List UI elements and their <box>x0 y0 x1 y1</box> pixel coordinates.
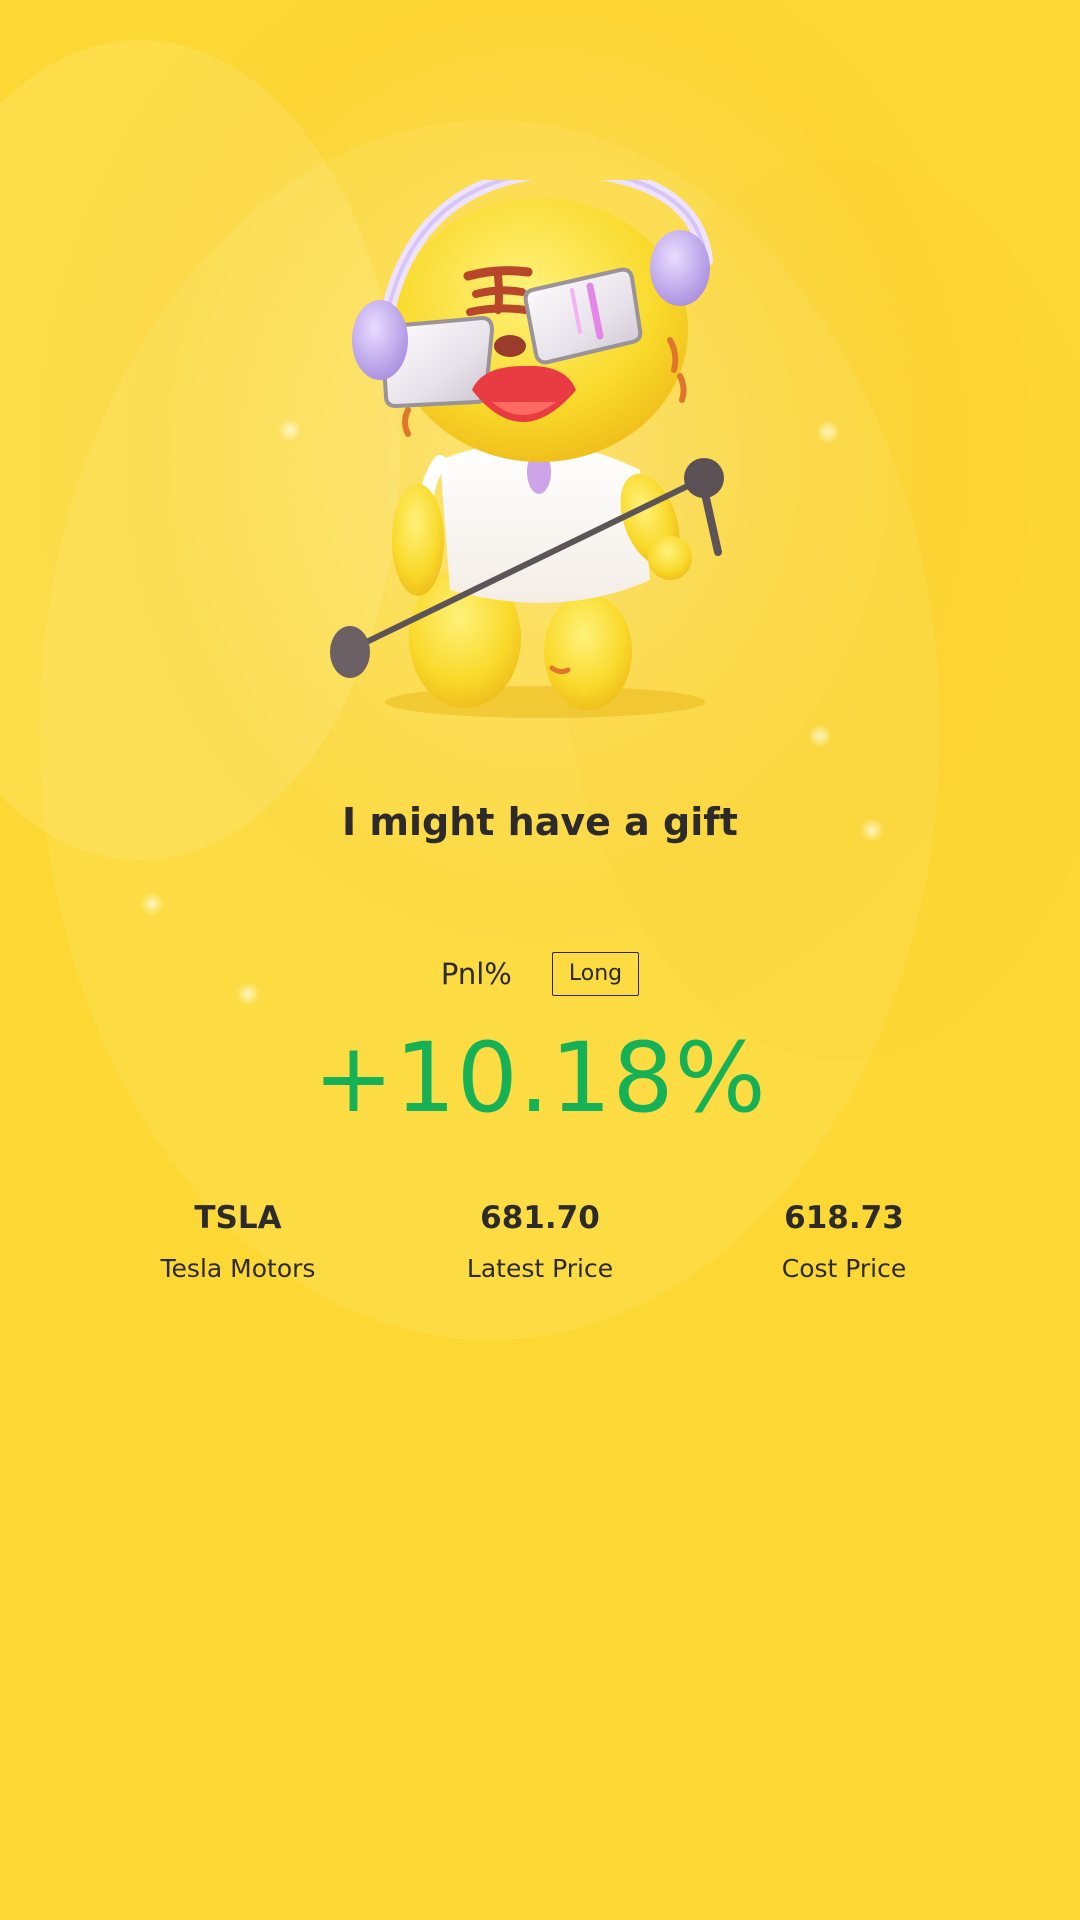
stock-symbol: TSLA <box>194 1200 282 1236</box>
stat-latest-price: 681.70 Latest Price <box>390 1196 690 1286</box>
latest-price-value: 681.70 <box>480 1200 600 1236</box>
sparkle-decoration <box>808 724 832 748</box>
pnl-percent-value: +10.18% <box>313 1022 767 1134</box>
sparkle-decoration <box>278 418 302 442</box>
sparkle-decoration <box>816 420 840 444</box>
share-card: I might have a gift Pnl% Long +10.18% TS… <box>0 0 1080 1920</box>
latest-price-label: Latest Price <box>466 1254 614 1283</box>
cost-price-label: Cost Price <box>781 1254 907 1283</box>
stat-symbol: TSLA Tesla Motors <box>88 1196 388 1286</box>
stock-name: Tesla Motors <box>160 1254 316 1283</box>
pnl-label: Pnl% <box>440 957 512 991</box>
pnl-header: Pnl% Long <box>0 952 1080 996</box>
position-stats: TSLA Tesla Motors 681.70 Latest Price 61… <box>0 1196 1080 1296</box>
sparkle-decoration <box>140 892 164 916</box>
position-direction-badge: Long <box>551 952 640 996</box>
tiger-mascot-icon <box>330 180 724 718</box>
gift-headline: I might have a gift <box>342 800 738 844</box>
cost-price-value: 618.73 <box>784 1200 904 1236</box>
stat-cost-price: 618.73 Cost Price <box>694 1196 994 1286</box>
